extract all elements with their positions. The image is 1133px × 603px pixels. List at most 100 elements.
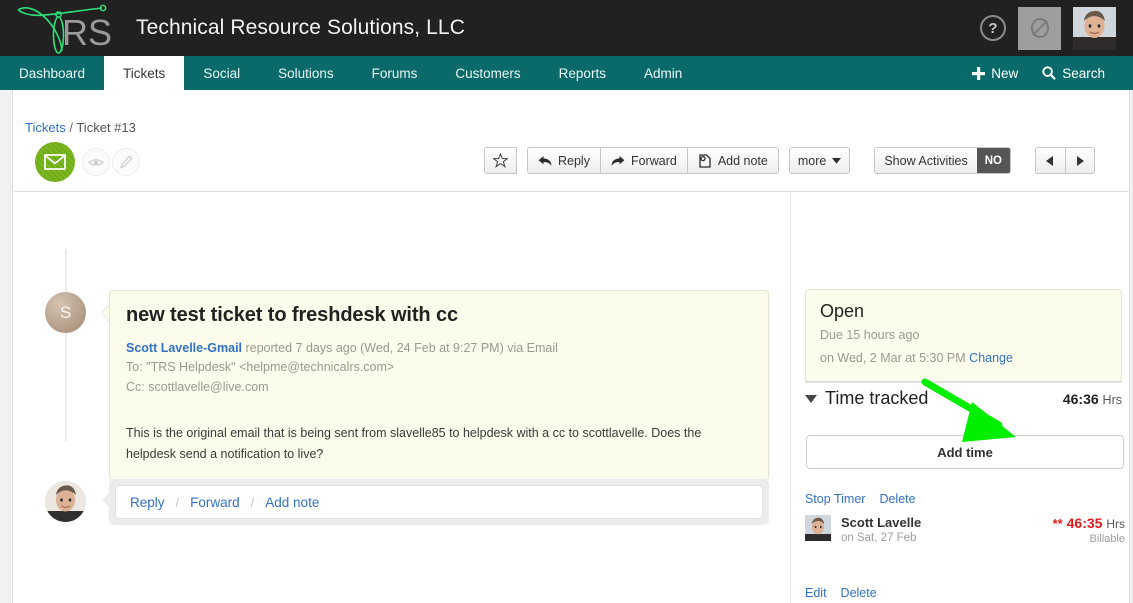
- search-icon: [1042, 66, 1056, 80]
- time-entry-date: on Sat, 27 Feb: [841, 532, 917, 545]
- delete-time-entry-link[interactable]: Delete: [879, 492, 915, 506]
- edit-time-entry-link[interactable]: Edit: [805, 586, 827, 600]
- star-icon: [493, 153, 508, 168]
- reporter-link[interactable]: Scott Lavelle-Gmail: [126, 341, 242, 355]
- triangle-left-icon: [1046, 155, 1054, 166]
- nav-item-forums[interactable]: Forums: [353, 56, 437, 90]
- envelope-icon: [44, 154, 66, 170]
- nav-item-reports[interactable]: Reports: [540, 56, 625, 90]
- watcher-icon-button[interactable]: [82, 148, 110, 176]
- time-tracked-total: 46:36 Hrs: [1063, 391, 1122, 407]
- agent-avatar: [45, 481, 86, 522]
- collapse-caret-icon[interactable]: [805, 394, 817, 403]
- nav-item-admin[interactable]: Admin: [625, 56, 701, 90]
- ticket-toolbar: Reply Forward Add note more Show Activit…: [484, 147, 1095, 174]
- nav-item-tickets[interactable]: Tickets: [104, 56, 185, 90]
- reply-bar-separator-2: /: [250, 494, 255, 510]
- ticket-status-box: Open Due 15 hours ago on Wed, 2 Mar at 5…: [805, 289, 1122, 382]
- company-logo[interactable]: RS: [0, 0, 118, 56]
- toolbar-action-group: Reply Forward Add note: [527, 147, 779, 174]
- time-entry-avatar: [805, 515, 831, 541]
- help-icon[interactable]: ?: [980, 15, 1006, 41]
- delete-time-entry-link[interactable]: Delete: [841, 586, 877, 600]
- main-navigation: Dashboard Tickets Social Solutions Forum…: [0, 56, 1133, 90]
- time-entry-row: Stop Timer Delete Scott Lavelle on Sat, …: [805, 492, 1125, 545]
- change-due-date-link[interactable]: Change: [969, 351, 1013, 365]
- right-gutter: [1129, 90, 1133, 603]
- ticket-detail-page: RS Technical Resource Solutions, LLC ? D…: [0, 0, 1133, 603]
- breadcrumb-separator: /: [69, 120, 73, 135]
- forward-button-label: Forward: [630, 153, 677, 168]
- time-entry-hours: 46:35: [1066, 515, 1103, 531]
- reply-button-label: Reply: [558, 153, 590, 168]
- edit-icon-button[interactable]: [112, 148, 140, 176]
- show-activities-toggle[interactable]: Show Activities NO: [874, 147, 1011, 174]
- status-badge: Open: [820, 301, 865, 321]
- time-tracked-label: Time tracked: [825, 388, 929, 408]
- reply-bar: Reply / Forward / Add note: [109, 479, 769, 525]
- broken-image-icon: [1018, 6, 1061, 50]
- ticket-subject: new test ticket to freshdesk with cc: [126, 304, 459, 326]
- time-tracked-total-unit: Hrs: [1102, 392, 1122, 407]
- page-content: Tickets / Ticket #13 Reply Forward Add n…: [14, 90, 1129, 603]
- forward-link[interactable]: Forward: [190, 495, 240, 510]
- ticket-pager: [1034, 147, 1095, 174]
- top-header-bar: RS Technical Resource Solutions, LLC ?: [0, 0, 1133, 56]
- nav-item-social[interactable]: Social: [184, 56, 259, 90]
- search-button[interactable]: Search: [1030, 56, 1117, 90]
- plus-icon: [972, 66, 986, 80]
- search-button-label: Search: [1062, 65, 1105, 81]
- due-line: Due 15 hours ago: [820, 328, 920, 342]
- prev-ticket-button[interactable]: [1034, 147, 1065, 174]
- time-entry-billable: Billable: [1089, 533, 1125, 545]
- reporter-avatar: S: [45, 292, 86, 333]
- time-tracked-header: Time tracked 46:36 Hrs: [805, 388, 1122, 409]
- add-note-button[interactable]: Add note: [686, 147, 779, 174]
- add-time-button[interactable]: Add time: [806, 435, 1124, 469]
- ticket-source-badge[interactable]: [35, 142, 75, 182]
- header-actions: ?: [980, 6, 1133, 50]
- star-button[interactable]: [484, 147, 517, 174]
- time-entry-prefix: **: [1052, 516, 1063, 531]
- add-note-link[interactable]: Add note: [265, 495, 319, 510]
- time-entry-name: Scott Lavelle: [841, 515, 922, 530]
- reply-button[interactable]: Reply: [527, 147, 600, 174]
- breadcrumb-link-tickets[interactable]: Tickets: [25, 120, 66, 135]
- chevron-down-icon: [832, 157, 842, 164]
- nav-item-dashboard[interactable]: Dashboard: [0, 56, 104, 90]
- note-icon: [699, 153, 711, 168]
- breadcrumb: Tickets / Ticket #13: [25, 120, 136, 135]
- pencil-icon: [119, 155, 133, 169]
- next-ticket-button[interactable]: [1064, 147, 1095, 174]
- reply-link[interactable]: Reply: [130, 495, 165, 510]
- breadcrumb-current: Ticket #13: [76, 120, 136, 135]
- ticket-cc-line: Cc: scottlavelle@live.com: [126, 379, 269, 394]
- time-entry-links: Edit Delete: [805, 586, 1125, 600]
- due-date-line: on Wed, 2 Mar at 5:30 PM Change: [820, 349, 1107, 368]
- conversation-column: S new test ticket to freshdesk with cc S…: [14, 192, 789, 603]
- time-entry-links: Stop Timer Delete: [805, 492, 1125, 506]
- time-tracked-rule: [805, 381, 1122, 383]
- more-button[interactable]: more: [788, 147, 851, 174]
- forward-button[interactable]: Forward: [599, 147, 687, 174]
- time-tracked-total-value: 46:36: [1062, 390, 1099, 407]
- time-entry-amount: ** 46:35 Hrs: [1053, 515, 1125, 531]
- ticket-body-text: This is the original email that is being…: [126, 426, 702, 461]
- nav-item-customers[interactable]: Customers: [436, 56, 539, 90]
- new-button[interactable]: New: [960, 56, 1030, 90]
- nav-item-solutions[interactable]: Solutions: [259, 56, 353, 90]
- forward-arrow-icon: [611, 155, 625, 166]
- time-entry-unit: Hrs: [1106, 517, 1125, 531]
- nav-right-actions: New Search: [960, 56, 1133, 90]
- ticket-message-card: new test ticket to freshdesk with cc Sco…: [109, 290, 769, 482]
- reply-arrow-icon: [538, 155, 552, 166]
- reply-bar-separator-1: /: [175, 494, 180, 510]
- eye-icon: [88, 158, 104, 166]
- more-button-label: more: [797, 153, 827, 168]
- stop-timer-link[interactable]: Stop Timer: [805, 492, 865, 506]
- triangle-right-icon: [1076, 155, 1084, 166]
- svg-text:RS: RS: [62, 12, 112, 53]
- ticket-meta-rest: reported 7 days ago (Wed, 24 Feb at 9:27…: [242, 341, 558, 355]
- avatar[interactable]: [1073, 6, 1116, 50]
- trs-logo-icon: RS: [17, 4, 112, 54]
